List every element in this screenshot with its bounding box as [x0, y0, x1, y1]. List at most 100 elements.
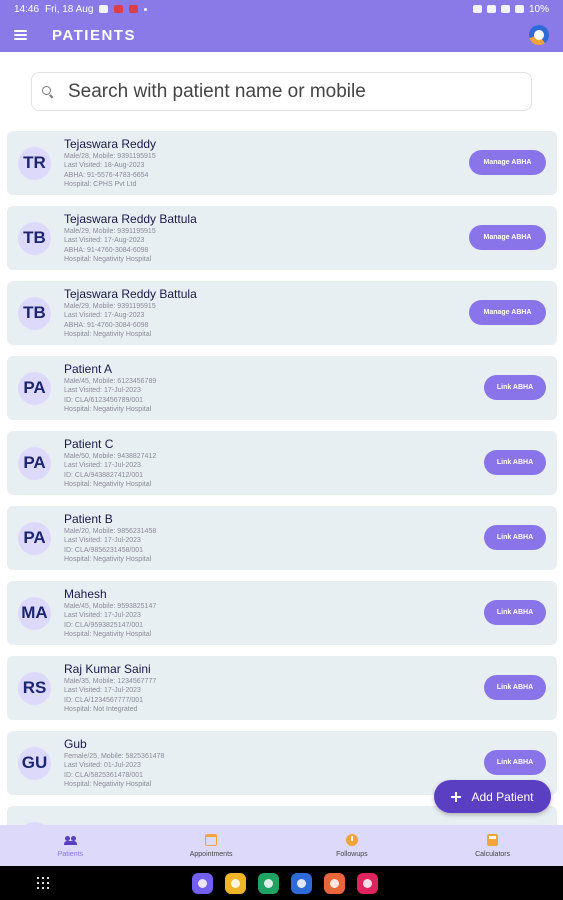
app-dock	[192, 872, 378, 894]
avatar: TB	[18, 221, 51, 255]
search-box[interactable]	[31, 72, 532, 111]
alarm-icon	[472, 5, 482, 13]
patient-detail: Last Visited: 17-Aug-2023	[64, 237, 145, 244]
patient-detail: Male/20, Mobile: 9856231458	[64, 527, 157, 535]
patient-detail: Hospital: Negativity Hospital	[64, 406, 152, 413]
patient-card[interactable]: RS Raj Kumar Saini Male/35, Mobile: 123456…	[7, 656, 557, 720]
patient-name: Mahesh	[64, 586, 107, 601]
patient-detail: Last Visited: 17-Jul-2023	[64, 687, 141, 694]
patient-detail: Last Visited: 17-Jul-2023	[64, 387, 141, 394]
patient-card[interactable]: MA Mahesh Male/45, Mobile: 9593825147 Last …	[7, 581, 557, 645]
contacts-app-icon[interactable]	[324, 872, 345, 894]
patient-card[interactable]: TB Tejaswara Reddy Battula Male/29, Mobile…	[7, 281, 557, 345]
avatar: PA	[18, 446, 51, 480]
files-app-icon[interactable]	[225, 872, 246, 894]
patient-detail: ABHA: 91-5576-4783-6654	[64, 171, 149, 179]
viber-app-icon[interactable]	[192, 872, 213, 894]
patient-detail: Last Visited: 17-Jul-2023	[64, 537, 141, 544]
patient-detail: ID: CLA/9438827412/001	[64, 471, 144, 479]
mute-icon	[486, 5, 496, 13]
nav-item-calculators[interactable]: Calculators	[422, 825, 563, 866]
link-abha-button[interactable]: Link ABHA	[484, 450, 546, 475]
patient-name: Patient C	[64, 436, 114, 451]
avatar: MA	[18, 596, 51, 630]
patient-info: Patient C Male/50, Mobile: 9438827412 Last…	[64, 437, 156, 490]
patient-detail: Hospital: Negativity Hospital	[64, 481, 152, 488]
avatar: RS	[18, 671, 51, 705]
plus-icon	[451, 791, 462, 802]
link-abha-button[interactable]: Link ABHA	[484, 525, 546, 550]
nav-item-appointments[interactable]: Appointments	[141, 825, 282, 866]
app-logo-icon[interactable]	[529, 25, 549, 45]
add-patient-button[interactable]: Add Patient	[434, 780, 551, 813]
patient-info: Patient A Male/45, Mobile: 6123456789 Last…	[64, 362, 156, 415]
phone-app-icon[interactable]	[258, 872, 279, 894]
avatar: PA	[18, 521, 51, 555]
link-abha-button[interactable]: Link ABHA	[484, 750, 546, 775]
patient-detail: ID: CLA/6123456789/001	[64, 396, 144, 404]
patient-name: Tejaswara Reddy	[64, 136, 157, 151]
patient-card[interactable]: PA Patient A Male/45, Mobile: 6123456789 La…	[7, 356, 557, 420]
patient-detail: Last Visited: 18-Aug-2023	[64, 162, 145, 169]
patient-info: Gub Female/25, Mobile: 5825361478 Last Vis…	[64, 737, 164, 790]
patient-detail: ABHA: 91-4760-3084-6098	[64, 321, 149, 329]
patients-icon	[63, 834, 77, 847]
nav-label-followups: Followups	[336, 850, 368, 858]
more-notifications-icon	[144, 7, 148, 11]
avatar: PA	[18, 371, 51, 405]
search-input[interactable]	[68, 80, 508, 103]
patient-detail: Last Visited: 17-Aug-2023	[64, 312, 145, 319]
patient-detail: Last Visited: 17-Jul-2023	[64, 612, 141, 619]
patient-detail: ID: CLA/9856231458/001	[64, 546, 144, 554]
app-bar: PATIENTS	[0, 18, 563, 52]
nav-item-followups[interactable]: Followups	[282, 825, 423, 866]
patient-name: Tejaswara Reddy Battula	[64, 211, 197, 226]
manage-abha-button[interactable]: Manage ABHA	[469, 300, 546, 325]
patient-card[interactable]: PA Patient B Male/20, Mobile: 9856231458 La…	[7, 506, 557, 570]
page-title: PATIENTS	[52, 26, 136, 44]
patient-info: Mahesh Male/45, Mobile: 9593825147 Last Vi…	[64, 587, 156, 640]
patient-detail: Hospital: Negativity Hospital	[64, 256, 152, 263]
patient-detail: Hospital: Not Integrated	[64, 706, 138, 713]
menu-icon[interactable]	[14, 30, 27, 40]
nav-label-appointments: Appointments	[189, 850, 233, 858]
patient-detail: Female/25, Mobile: 5825361478	[64, 752, 165, 760]
youtube-notification-icon	[129, 5, 139, 13]
status-bar: 14:46 Fri, 18 Aug 10%	[0, 0, 563, 18]
link-abha-button[interactable]: Link ABHA	[484, 375, 546, 400]
manage-abha-button[interactable]: Manage ABHA	[469, 225, 546, 250]
patient-detail: Hospital: Negativity Hospital	[64, 556, 152, 563]
patient-name: Patient B	[64, 511, 113, 526]
patient-detail: Male/50, Mobile: 9438827412	[64, 452, 157, 460]
messages-app-icon[interactable]	[291, 872, 312, 894]
system-nav-bar	[0, 866, 563, 900]
patient-card[interactable]: PA Patient C Male/50, Mobile: 9438827412 La…	[7, 431, 557, 495]
patient-detail: ID: CLA/9593825147/001	[64, 621, 144, 629]
link-abha-button[interactable]: Link ABHA	[484, 600, 546, 625]
nav-label-calculators: Calculators	[475, 850, 511, 858]
status-time: 14:46	[14, 3, 40, 15]
patient-name: Patient A	[64, 361, 113, 376]
app-drawer-icon[interactable]	[37, 877, 49, 889]
nav-label-patients: Patients	[57, 850, 84, 858]
patient-detail: Male/29, Mobile: 9391195915	[64, 302, 156, 310]
patient-info: Tejaswara Reddy Battula Male/29, Mobile: …	[64, 287, 197, 340]
calculator-icon	[486, 834, 499, 847]
patient-detail: Last Visited: 01-Jul-2023	[64, 762, 141, 769]
video-app-icon[interactable]	[357, 872, 378, 894]
patient-detail: Male/28, Mobile: 9391195915	[64, 152, 156, 160]
patient-card[interactable]: TR Tejaswara Reddy Male/28, Mobile: 939119…	[7, 131, 557, 195]
patient-detail: ID: CLA/5825361478/001	[64, 771, 144, 779]
patient-detail: Hospital: Negativity Hospital	[64, 781, 152, 788]
wifi-icon	[500, 5, 510, 13]
link-abha-button[interactable]: Link ABHA	[484, 675, 546, 700]
status-date: Fri, 18 Aug	[45, 3, 94, 15]
manage-abha-button[interactable]: Manage ABHA	[469, 150, 546, 175]
patient-card[interactable]: TB Tejaswara Reddy Battula Male/29, Mobile…	[7, 206, 557, 270]
patient-info: Tejaswara Reddy Battula Male/29, Mobile: …	[64, 212, 197, 265]
patient-info: Raj Kumar Saini Male/35, Mobile: 12345677…	[64, 662, 156, 715]
nav-item-patients[interactable]: Patients	[0, 825, 141, 866]
patient-name: Raj Kumar Saini	[64, 661, 151, 676]
avatar: TB	[18, 296, 51, 330]
patient-list: TR Tejaswara Reddy Male/28, Mobile: 939119…	[7, 131, 557, 825]
